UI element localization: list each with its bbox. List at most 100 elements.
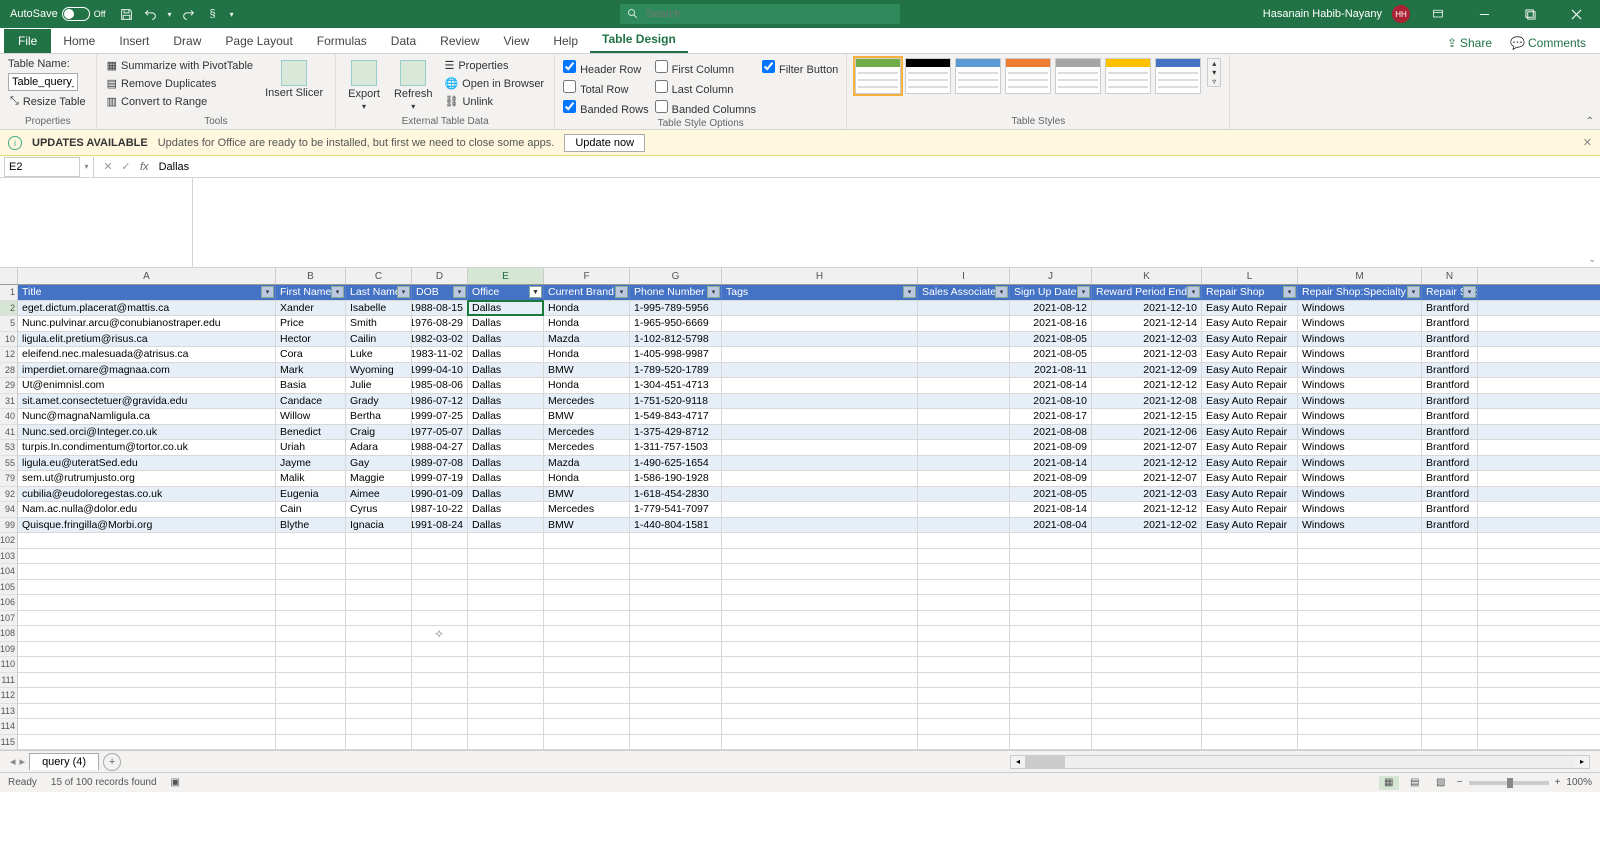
user-avatar[interactable]: HH — [1392, 5, 1410, 23]
empty-cell[interactable] — [1422, 595, 1478, 610]
table-cell[interactable]: Dallas — [468, 471, 544, 486]
empty-cell[interactable] — [918, 719, 1010, 734]
tab-file[interactable]: File — [4, 29, 51, 53]
table-cell[interactable]: Easy Auto Repair — [1202, 471, 1298, 486]
table-cell[interactable]: Easy Auto Repair — [1202, 301, 1298, 316]
table-cell[interactable]: Dallas — [468, 487, 544, 502]
row-header[interactable]: 29 — [0, 378, 17, 394]
table-cell[interactable]: 1-789-520-1789 — [630, 363, 722, 378]
empty-cell[interactable] — [346, 642, 412, 657]
undo-icon[interactable] — [144, 7, 158, 21]
empty-cell[interactable] — [276, 673, 346, 688]
tab-draw[interactable]: Draw — [161, 29, 213, 53]
maximize-icon[interactable] — [1512, 0, 1548, 28]
empty-cell[interactable] — [18, 549, 276, 564]
table-cell[interactable]: Candace — [276, 394, 346, 409]
filter-dropdown-icon[interactable]: ▾ — [615, 286, 628, 298]
empty-cell[interactable] — [630, 533, 722, 548]
empty-cell[interactable] — [544, 735, 630, 750]
table-style-thumb[interactable] — [955, 58, 1001, 94]
table-cell[interactable]: 2021-12-02 — [1092, 518, 1202, 533]
table-cell[interactable]: Willow — [276, 409, 346, 424]
empty-cell[interactable] — [722, 688, 918, 703]
empty-cell[interactable] — [346, 549, 412, 564]
header-row-checkbox[interactable]: Header Row — [563, 60, 649, 76]
table-cell[interactable]: Easy Auto Repair — [1202, 456, 1298, 471]
empty-cell[interactable] — [1202, 595, 1298, 610]
empty-cell[interactable] — [630, 673, 722, 688]
empty-cell[interactable] — [412, 673, 468, 688]
zoom-out-icon[interactable]: − — [1457, 777, 1463, 788]
table-header-cell[interactable]: Repair Shop▾ — [1202, 285, 1298, 300]
empty-cell[interactable] — [276, 595, 346, 610]
table-cell[interactable]: Windows — [1298, 332, 1422, 347]
empty-cell[interactable] — [1422, 642, 1478, 657]
empty-cell[interactable] — [1422, 580, 1478, 595]
save-icon[interactable] — [120, 7, 134, 21]
table-cell[interactable] — [918, 301, 1010, 316]
empty-cell[interactable] — [18, 735, 276, 750]
empty-cell[interactable] — [1202, 735, 1298, 750]
empty-cell[interactable] — [346, 719, 412, 734]
empty-cell[interactable] — [918, 657, 1010, 672]
empty-cell[interactable] — [1202, 688, 1298, 703]
empty-cell[interactable] — [1010, 549, 1092, 564]
table-cell[interactable] — [722, 332, 918, 347]
col-header[interactable]: D — [412, 268, 468, 284]
empty-cell[interactable] — [18, 580, 276, 595]
table-cell[interactable]: 2021-08-04 — [1010, 518, 1092, 533]
empty-cell[interactable] — [468, 688, 544, 703]
table-cell[interactable]: Dallas — [468, 440, 544, 455]
redo-icon[interactable] — [182, 7, 196, 21]
empty-cell[interactable] — [1298, 735, 1422, 750]
empty-cell[interactable] — [630, 657, 722, 672]
table-cell[interactable] — [918, 316, 1010, 331]
table-cell[interactable]: Smith — [346, 316, 412, 331]
table-cell[interactable]: Brantford — [1422, 332, 1478, 347]
row-header[interactable]: 106 — [0, 595, 17, 611]
empty-cell[interactable] — [1010, 719, 1092, 734]
empty-cell[interactable] — [1092, 533, 1202, 548]
empty-cell[interactable] — [918, 688, 1010, 703]
table-cell[interactable]: Honda — [544, 471, 630, 486]
empty-cell[interactable] — [18, 595, 276, 610]
row-header[interactable]: 111 — [0, 673, 17, 689]
empty-cell[interactable] — [412, 688, 468, 703]
table-cell[interactable]: Brantford — [1422, 347, 1478, 362]
table-cell[interactable]: 2021-08-12 — [1010, 301, 1092, 316]
col-header[interactable]: A — [18, 268, 276, 284]
empty-cell[interactable] — [468, 533, 544, 548]
empty-cell[interactable] — [468, 549, 544, 564]
table-cell[interactable]: Windows — [1298, 394, 1422, 409]
row-header[interactable]: 103 — [0, 549, 17, 565]
empty-cell[interactable] — [1298, 564, 1422, 579]
table-cell[interactable]: 1983-11-02 — [412, 347, 468, 362]
ribbon-display-icon[interactable] — [1420, 0, 1456, 28]
table-cell[interactable]: ligula.eu@uteratSed.edu — [18, 456, 276, 471]
table-cell[interactable]: 1982-03-02 — [412, 332, 468, 347]
empty-cell[interactable] — [630, 549, 722, 564]
table-style-thumb[interactable] — [1055, 58, 1101, 94]
table-style-thumb[interactable] — [1105, 58, 1151, 94]
row-header[interactable]: 94 — [0, 502, 17, 518]
table-cell[interactable]: 2021-08-05 — [1010, 332, 1092, 347]
empty-cell[interactable] — [918, 533, 1010, 548]
tab-review[interactable]: Review — [428, 29, 491, 53]
table-style-thumb[interactable] — [1005, 58, 1051, 94]
table-cell[interactable]: Windows — [1298, 502, 1422, 517]
table-cell[interactable]: BMW — [544, 487, 630, 502]
tab-formulas[interactable]: Formulas — [305, 29, 379, 53]
name-box[interactable]: E2 — [4, 157, 80, 177]
table-cell[interactable]: 2021-12-07 — [1092, 440, 1202, 455]
open-browser-button[interactable]: 🌐Open in Browser — [442, 76, 546, 91]
empty-cell[interactable] — [1092, 735, 1202, 750]
gallery-more-icon[interactable]: ▿ — [1208, 77, 1220, 86]
table-cell[interactable]: Windows — [1298, 316, 1422, 331]
empty-cell[interactable] — [1202, 611, 1298, 626]
filter-dropdown-icon[interactable]: ▼ — [529, 286, 542, 298]
empty-cell[interactable] — [722, 564, 918, 579]
table-cell[interactable]: imperdiet.ornare@magnaa.com — [18, 363, 276, 378]
empty-cell[interactable] — [468, 642, 544, 657]
table-styles-gallery[interactable] — [855, 58, 1201, 94]
table-cell[interactable]: 2021-08-14 — [1010, 502, 1092, 517]
